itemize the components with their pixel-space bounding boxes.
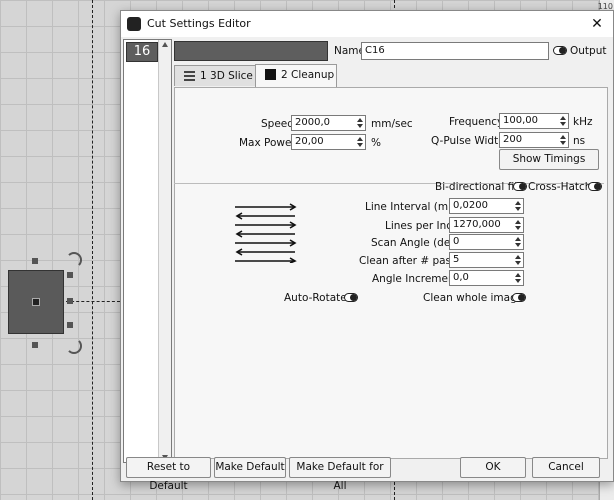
qpulse-stepper[interactable]	[558, 132, 569, 148]
bidirectional-toggle[interactable]	[513, 182, 527, 191]
stepper-up-icon[interactable]	[560, 135, 566, 139]
stepper-down-icon[interactable]	[515, 261, 521, 265]
scroll-up-icon[interactable]	[162, 42, 168, 47]
max-power-unit: %	[371, 137, 381, 149]
speed-input[interactable]: 2000,0	[291, 115, 356, 131]
stepper-up-icon[interactable]	[515, 220, 521, 224]
clean-passes-stepper[interactable]	[513, 252, 524, 268]
max-power-stepper[interactable]	[355, 134, 366, 150]
tab-3d-slice[interactable]: 1 3D Slice	[174, 65, 256, 86]
stepper-up-icon[interactable]	[515, 255, 521, 259]
guide-line-horizontal	[66, 301, 120, 302]
tab-label: 1 3D Slice	[200, 70, 253, 82]
layers-icon	[184, 71, 195, 81]
crosshatch-toggle[interactable]	[588, 182, 602, 191]
qpulse-label: Q-Pulse Width	[431, 135, 505, 147]
scan-angle-label: Scan Angle (deg)	[371, 237, 462, 249]
tab-label: 2 Cleanup	[281, 69, 335, 81]
auto-rotate-label: Auto-Rotate	[284, 292, 347, 304]
frequency-stepper[interactable]	[558, 113, 569, 129]
speed-stepper[interactable]	[355, 115, 366, 131]
layer-color-swatch[interactable]	[174, 41, 328, 61]
stepper-up-icon[interactable]	[560, 116, 566, 120]
cut-settings-dialog: Cut Settings Editor ✕ 16 Name C16 Output…	[120, 10, 614, 492]
stepper-down-icon[interactable]	[560, 122, 566, 126]
max-power-input[interactable]: 20,00	[291, 134, 356, 150]
ok-button[interactable]: OK	[460, 457, 526, 478]
frequency-unit: kHz	[573, 116, 593, 128]
bottom-handle[interactable]	[32, 342, 38, 348]
right-top-handle[interactable]	[67, 272, 73, 278]
lines-per-inch-stepper[interactable]	[513, 217, 524, 233]
right-bottom-handle[interactable]	[67, 322, 73, 328]
scan-angle-input[interactable]: 0	[449, 234, 514, 250]
lines-per-inch-label: Lines per Inch	[385, 220, 459, 232]
auto-rotate-toggle[interactable]	[344, 293, 358, 302]
stepper-down-icon[interactable]	[357, 143, 363, 147]
angle-increment-label: Angle Increment	[372, 273, 459, 285]
frequency-input[interactable]: 100,00	[499, 113, 559, 129]
speed-label: Speed	[261, 118, 294, 130]
frequency-label: Frequency	[449, 116, 504, 128]
center-handle[interactable]	[32, 298, 40, 306]
stepper-down-icon[interactable]	[515, 243, 521, 247]
name-input[interactable]: C16	[361, 42, 549, 60]
top-handle[interactable]	[32, 258, 38, 264]
right-handle[interactable]	[67, 298, 73, 304]
output-label: Output	[570, 45, 607, 57]
app-icon	[127, 17, 141, 31]
layer-list[interactable]: 16	[123, 39, 172, 463]
reset-to-default-button[interactable]: Reset to Default	[126, 457, 211, 492]
line-interval-stepper[interactable]	[513, 198, 524, 214]
stepper-down-icon[interactable]	[515, 279, 521, 283]
qpulse-input[interactable]: 200	[499, 132, 559, 148]
stepper-up-icon[interactable]	[357, 118, 363, 122]
stepper-up-icon[interactable]	[515, 237, 521, 241]
layer-list-item[interactable]: 16	[126, 42, 158, 62]
line-interval-input[interactable]: 0,0200	[449, 198, 514, 214]
stepper-up-icon[interactable]	[515, 273, 521, 277]
stepper-up-icon[interactable]	[357, 137, 363, 141]
line-interval-label: Line Interval (mm)	[365, 201, 463, 213]
square-icon	[265, 69, 276, 80]
clean-whole-toggle[interactable]	[512, 293, 526, 302]
stepper-down-icon[interactable]	[560, 141, 566, 145]
clean-whole-label: Clean whole image	[423, 292, 524, 304]
rotate-handle-top-right[interactable]	[66, 252, 82, 268]
qpulse-unit: ns	[573, 135, 586, 147]
lines-per-inch-input[interactable]: 1270,000	[449, 217, 514, 233]
stepper-down-icon[interactable]	[357, 124, 363, 128]
rotate-handle-bottom-right[interactable]	[66, 338, 82, 354]
angle-increment-stepper[interactable]	[513, 270, 524, 286]
max-power-label: Max Power	[239, 137, 296, 149]
clean-passes-input[interactable]: 5	[449, 252, 514, 268]
make-default-button[interactable]: Make Default	[214, 457, 286, 478]
stepper-up-icon[interactable]	[515, 201, 521, 205]
angle-increment-input[interactable]: 0,0	[449, 270, 514, 286]
bidirectional-label: Bi-directional fill	[435, 181, 521, 193]
stepper-down-icon[interactable]	[515, 226, 521, 230]
bidirectional-fill-icon	[235, 203, 297, 263]
make-default-all-button[interactable]: Make Default for All	[289, 457, 391, 492]
tab-cleanup[interactable]: 2 Cleanup	[255, 64, 337, 87]
list-scrollbar[interactable]	[158, 40, 171, 462]
title-bar[interactable]: Cut Settings Editor ✕	[121, 11, 613, 37]
scan-angle-stepper[interactable]	[513, 234, 524, 250]
cancel-button[interactable]: Cancel	[532, 457, 600, 478]
crosshatch-label: Cross-Hatch	[528, 181, 592, 193]
dialog-title: Cut Settings Editor	[147, 17, 251, 30]
output-toggle[interactable]	[553, 46, 567, 55]
stepper-down-icon[interactable]	[515, 207, 521, 211]
guide-line-vertical	[92, 0, 93, 500]
speed-unit: mm/sec	[371, 118, 413, 130]
close-button[interactable]: ✕	[587, 14, 607, 34]
show-timings-button[interactable]: Show Timings	[499, 149, 599, 170]
